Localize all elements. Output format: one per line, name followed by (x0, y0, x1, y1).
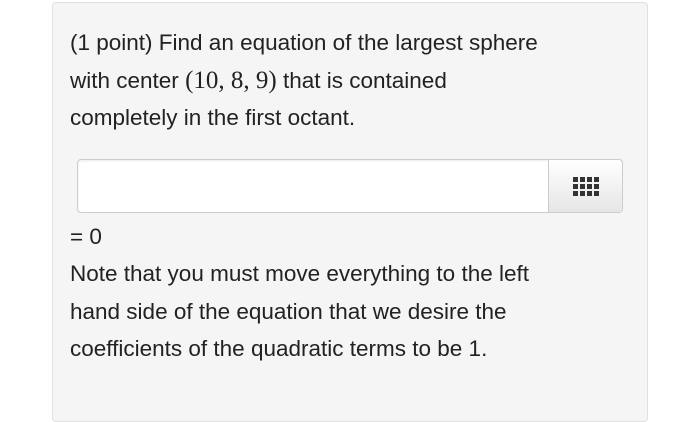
note-text: Note that you must move everything to th… (70, 255, 630, 368)
answer-input[interactable] (78, 160, 548, 212)
equation-editor-button[interactable] (548, 160, 622, 212)
question-line-1: (1 point) Find an equation of the larges… (70, 30, 538, 55)
grid-icon (573, 177, 599, 196)
problem-card: (1 point) Find an equation of the larges… (52, 2, 648, 422)
question-line-2: with center (10, 8, 9) that is contained (70, 62, 630, 100)
question-line-2-end: that is contained (276, 67, 447, 93)
question-line-2-start: with center (70, 67, 186, 93)
note-line-3: coefficients of the quadratic terms to b… (70, 336, 488, 361)
note-line-2: hand side of the equation that we desire… (70, 298, 507, 324)
sphere-center-math: (10, 8, 9) (185, 66, 277, 94)
question-text: (1 point) Find an equation of the larges… (70, 24, 630, 137)
equals-zero-label: = 0 (70, 224, 102, 249)
answer-field (77, 159, 623, 213)
note-line-1: Note that you must move everything to th… (70, 261, 529, 286)
question-line-3: completely in the first octant. (70, 105, 356, 130)
